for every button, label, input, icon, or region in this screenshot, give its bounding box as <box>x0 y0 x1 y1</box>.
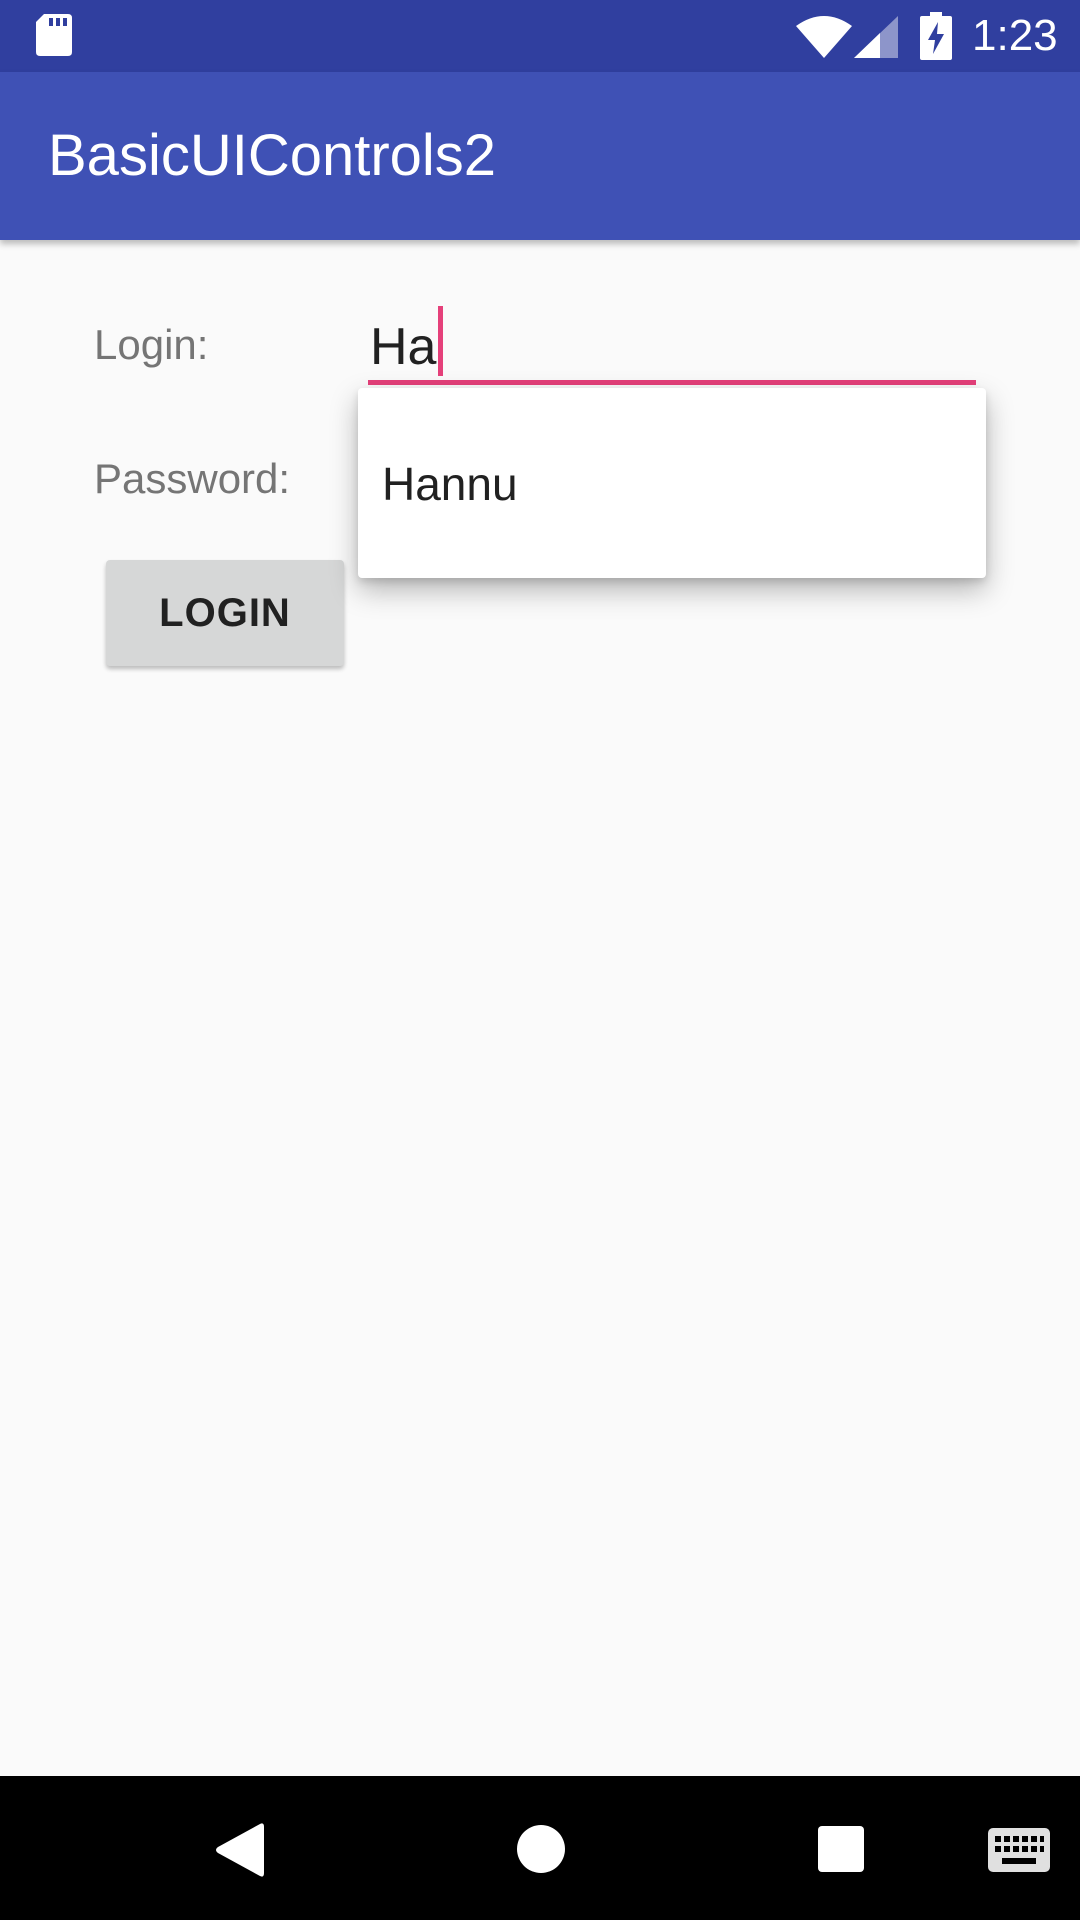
autocomplete-dropdown: Hannu <box>358 388 986 578</box>
navigation-bar <box>0 1776 1080 1920</box>
app-title: BasicUIControls2 <box>48 123 497 188</box>
battery-charging-icon <box>920 12 952 60</box>
login-input-underline <box>368 380 976 385</box>
login-input-text[interactable]: Ha <box>370 318 436 376</box>
status-bar: 1:23 <box>0 0 1080 72</box>
password-label: Password: <box>94 455 291 502</box>
login-button[interactable]: LOGIN <box>106 560 344 666</box>
login-input-value[interactable]: Ha <box>370 306 444 379</box>
signal-icon <box>854 16 898 58</box>
recents-icon[interactable] <box>818 1826 864 1872</box>
login-input[interactable]: Ha <box>368 292 976 386</box>
wifi-icon <box>796 16 852 58</box>
text-caret <box>438 306 444 376</box>
sd-card-icon <box>36 14 72 56</box>
autocomplete-suggestion[interactable]: Hannu <box>358 388 986 578</box>
back-icon[interactable] <box>214 1822 264 1878</box>
login-label: Login: <box>94 321 209 368</box>
login-form: Login: Ha Password: LOGIN Hannu <box>0 240 1080 1776</box>
home-icon[interactable] <box>516 1824 566 1874</box>
autocomplete-suggestion-label: Hannu <box>382 458 518 510</box>
app-bar: BasicUIControls2 <box>0 72 1080 240</box>
status-clock: 1:23 <box>972 11 1058 60</box>
login-button-label: LOGIN <box>159 591 291 635</box>
keyboard-icon[interactable] <box>988 1828 1050 1872</box>
